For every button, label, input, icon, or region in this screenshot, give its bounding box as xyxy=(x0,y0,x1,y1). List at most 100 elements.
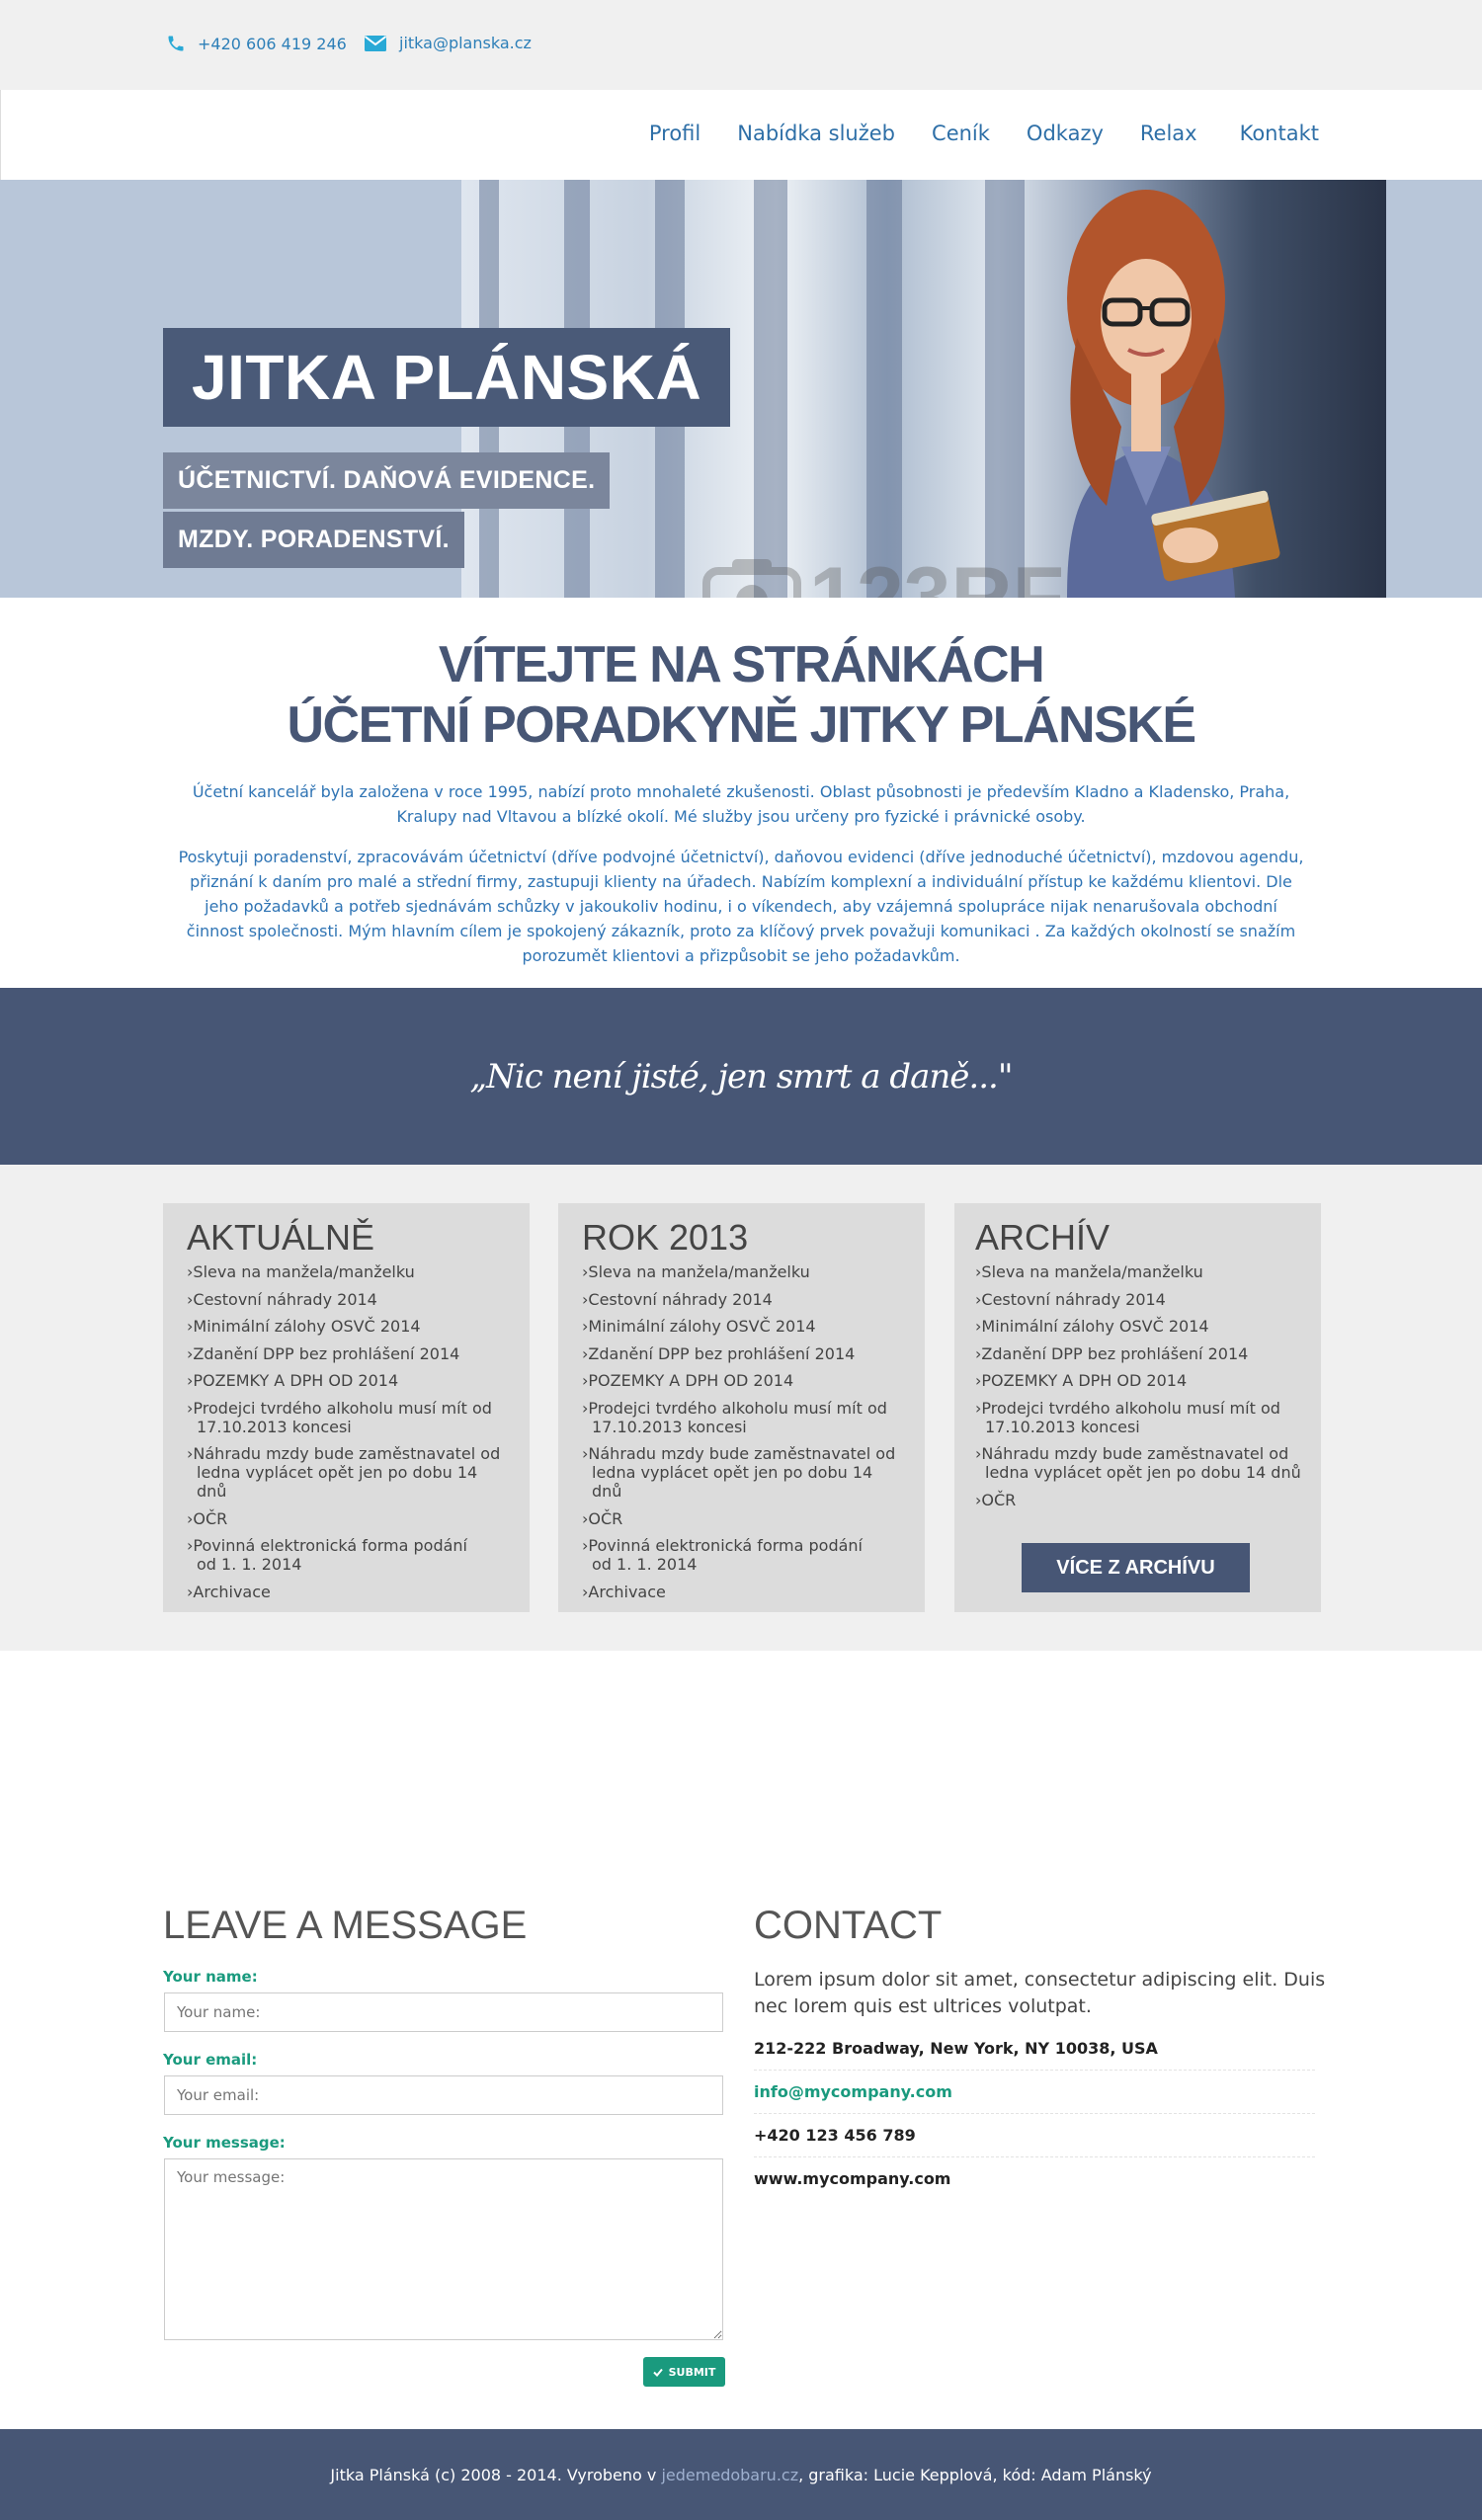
welcome-paragraph: Účetní kancelář byla založena v roce 199… xyxy=(192,782,1290,826)
news-item-text: Náhradu mzdy bude zaměstnavatel od xyxy=(588,1444,896,1463)
quote-text: „Nic není jisté, jen smrt a daně..." xyxy=(469,1056,1014,1097)
news-item-text: Sleva na manžela/manželku xyxy=(588,1262,810,1281)
news-column-archiv: ARCHÍV Sleva na manžela/manželku Cestovní… xyxy=(954,1203,1321,1612)
news-list-item[interactable]: POZEMKY A DPH OD 2014 xyxy=(975,1371,1301,1390)
hero-tag-payroll: MZDY. PORADENSTVÍ. xyxy=(163,512,464,568)
news-list: Sleva na manžela/manželku Cestovní náhrad… xyxy=(582,1262,905,1601)
phone-contact[interactable]: +420 606 419 246 xyxy=(166,34,347,53)
news-list-item[interactable]: Zdanění DPP bez prohlášení 2014 xyxy=(187,1344,510,1363)
submit-button[interactable]: SUBMIT xyxy=(643,2357,725,2387)
hero-tag-text: MZDY. PORADENSTVÍ. xyxy=(178,526,450,553)
news-list-item[interactable]: POZEMKY A DPH OD 2014 xyxy=(582,1371,905,1390)
news-item-text: Povinná elektronická forma podání xyxy=(193,1536,467,1555)
watermark-text: 123RF xyxy=(809,550,1065,598)
message-label: Your message: xyxy=(163,2134,286,2152)
news-list-item[interactable]: Prodejci tvrdého alkoholu musí mít od17.… xyxy=(187,1399,510,1436)
contact-address: 212-222 Broadway, New York, NY 10038, US… xyxy=(754,2039,1315,2071)
more-from-archive-button[interactable]: VÍCE Z ARCHÍVU xyxy=(1022,1543,1250,1592)
news-item-text: Povinná elektronická forma podání xyxy=(588,1536,863,1555)
nav-item-profil[interactable]: Profil xyxy=(649,122,700,145)
news-column-aktualne: AKTUÁLNĚ Sleva na manžela/manželku Cestov… xyxy=(163,1203,530,1612)
news-item-text-continued: ledna vyplácet opět jen po dobu 14 dnů xyxy=(197,1463,478,1501)
phone-number: +420 606 419 246 xyxy=(198,34,347,53)
news-list-item[interactable]: Zdanění DPP bez prohlášení 2014 xyxy=(975,1344,1301,1363)
contact-website[interactable]: www.mycompany.com xyxy=(754,2169,1315,2200)
news-list-item[interactable]: Zdanění DPP bez prohlášení 2014 xyxy=(582,1344,905,1363)
message-and-contact-section: LEAVE A MESSAGE Your name: Your email: Y… xyxy=(0,1651,1482,2429)
news-item-text-continued: 17.10.2013 koncesi xyxy=(197,1417,352,1436)
news-item-text: Sleva na manžela/manželku xyxy=(193,1262,415,1281)
welcome-heading-line2: ÚČETNÍ PORADKYNĚ JITKY PLÁNSKÉ xyxy=(287,696,1196,754)
news-list-item[interactable]: Prodejci tvrdého alkoholu musí mít od17.… xyxy=(975,1399,1301,1436)
nav-item-nabidka-sluzeb[interactable]: Nabídka služeb xyxy=(737,122,895,145)
news-item-text: Náhradu mzdy bude zaměstnavatel od xyxy=(193,1444,501,1463)
woman-figure-illustration xyxy=(1067,190,1280,598)
nav-item-cenik[interactable]: Ceník xyxy=(932,122,990,145)
nav-item-relax[interactable]: Relax xyxy=(1140,122,1197,145)
message-textarea[interactable] xyxy=(164,2158,723,2340)
top-contact-bar: +420 606 419 246 jitka@planska.cz xyxy=(0,0,1482,90)
envelope-icon xyxy=(364,35,387,51)
contact-phone: +420 123 456 789 xyxy=(754,2126,1315,2157)
email-contact[interactable]: jitka@planska.cz xyxy=(364,34,532,52)
news-item-text-continued: ledna vyplácet opět jen po dobu 14 dnů xyxy=(985,1463,1301,1482)
welcome-heading-line1: VÍTEJTE NA STRÁNKÁCH xyxy=(438,636,1045,693)
news-item-text: POZEMKY A DPH OD 2014 xyxy=(981,1371,1188,1390)
news-list-item[interactable]: Minimální zálohy OSVČ 2014 xyxy=(975,1317,1301,1336)
news-list-item[interactable]: OČR xyxy=(582,1509,905,1528)
news-list-item[interactable]: Povinná elektronická forma podáníod 1. 1… xyxy=(582,1536,905,1574)
news-list-item[interactable]: Povinná elektronická forma podáníod 1. 1… xyxy=(187,1536,510,1574)
news-list-item[interactable]: Prodejci tvrdého alkoholu musí mít od17.… xyxy=(582,1399,905,1436)
nav-item-odkazy[interactable]: Odkazy xyxy=(1027,122,1104,145)
footer: Jitka Plánská (c) 2008 - 2014. Vyrobeno … xyxy=(0,2429,1482,2520)
news-item-text: OČR xyxy=(981,1490,1017,1509)
news-section: AKTUÁLNĚ Sleva na manžela/manželku Cestov… xyxy=(0,1165,1482,1651)
news-list-item[interactable]: Cestovní náhrady 2014 xyxy=(975,1290,1301,1309)
news-list-item[interactable]: Cestovní náhrady 2014 xyxy=(187,1290,510,1309)
news-column-rok-2013: ROK 2013 Sleva na manžela/manželku Cestov… xyxy=(558,1203,925,1612)
contact-intro: Lorem ipsum dolor sit amet, consectetur … xyxy=(754,1969,1326,2017)
form-heading: LEAVE A MESSAGE xyxy=(163,1904,528,1947)
camera-icon xyxy=(702,558,801,598)
news-list-item[interactable]: Archivace xyxy=(187,1583,510,1601)
hero-banner: 123RF JITKA PLÁNSKÁ ÚČETNICTVÍ. DAŇOVÁ E… xyxy=(0,180,1482,598)
nav-item-kontakt[interactable]: Kontakt xyxy=(1240,122,1319,145)
news-list: Sleva na manžela/manželku Cestovní náhrad… xyxy=(187,1262,510,1601)
news-item-text: Zdanění DPP bez prohlášení 2014 xyxy=(588,1343,856,1363)
news-item-text: Minimální zálohy OSVČ 2014 xyxy=(193,1317,421,1336)
contact-email-link[interactable]: info@mycompany.com xyxy=(754,2082,1315,2114)
news-list-item[interactable]: Sleva na manžela/manželku xyxy=(582,1262,905,1281)
news-item-text-continued: od 1. 1. 2014 xyxy=(197,1555,302,1574)
news-item-text: POZEMKY A DPH OD 2014 xyxy=(588,1371,794,1390)
news-list-item[interactable]: Náhradu mzdy bude zaměstnavatel odledna … xyxy=(187,1444,510,1501)
news-item-text: OČR xyxy=(588,1508,623,1528)
news-list-item[interactable]: Náhradu mzdy bude zaměstnavatel odledna … xyxy=(975,1444,1301,1482)
news-list-item[interactable]: Archivace xyxy=(582,1583,905,1601)
news-list-item[interactable]: OČR xyxy=(975,1491,1301,1509)
news-item-text: Archivace xyxy=(193,1582,271,1601)
news-list-item[interactable]: Sleva na manžela/manželku xyxy=(187,1262,510,1281)
news-item-text: Archivace xyxy=(588,1582,666,1601)
news-list-item[interactable]: POZEMKY A DPH OD 2014 xyxy=(187,1371,510,1390)
news-item-text-continued: ledna vyplácet opět jen po dobu 14 dnů xyxy=(592,1463,873,1501)
news-item-text: Zdanění DPP bez prohlášení 2014 xyxy=(193,1343,460,1363)
news-list-item[interactable]: Minimální zálohy OSVČ 2014 xyxy=(582,1317,905,1336)
footer-text: Jitka Plánská (c) 2008 - 2014. Vyrobeno … xyxy=(330,2466,1151,2484)
news-list-item[interactable]: Minimální zálohy OSVČ 2014 xyxy=(187,1317,510,1336)
main-nav: Profil Nabídka služeb Ceník Odkazy Relax… xyxy=(0,90,1482,180)
news-list-item[interactable]: Sleva na manžela/manželku xyxy=(975,1262,1301,1281)
news-item-text: Zdanění DPP bez prohlášení 2014 xyxy=(981,1343,1249,1363)
email-address: jitka@planska.cz xyxy=(399,34,532,52)
email-label: Your email: xyxy=(163,2051,258,2069)
news-item-text: Cestovní náhrady 2014 xyxy=(588,1289,773,1309)
footer-link[interactable]: jedemedobaru.cz xyxy=(661,2466,798,2484)
column-title: AKTUÁLNĚ xyxy=(187,1217,375,1258)
news-list-item[interactable]: OČR xyxy=(187,1509,510,1528)
email-input[interactable] xyxy=(164,2075,723,2115)
news-list-item[interactable]: Náhradu mzdy bude zaměstnavatel odledna … xyxy=(582,1444,905,1501)
news-list-item[interactable]: Cestovní náhrady 2014 xyxy=(582,1290,905,1309)
name-input[interactable] xyxy=(164,1992,723,2032)
watermark: 123RF xyxy=(702,549,1064,598)
news-item-text: Prodejci tvrdého alkoholu musí mít od xyxy=(588,1398,887,1418)
news-item-text: Náhradu mzdy bude zaměstnavatel od xyxy=(981,1444,1289,1463)
